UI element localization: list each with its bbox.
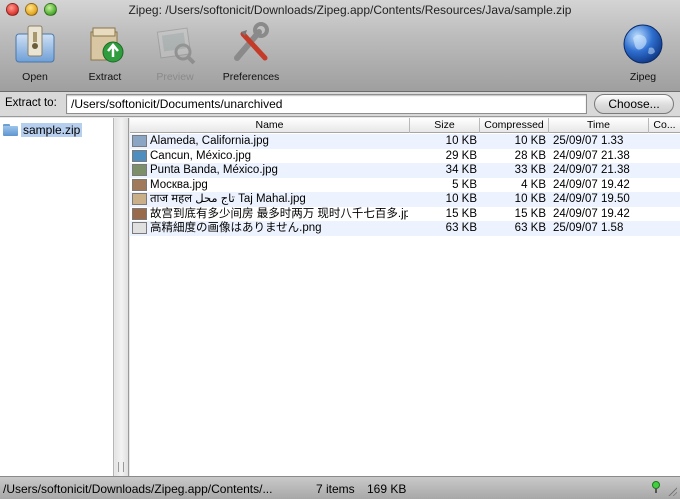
preview-button[interactable]: Preview [140, 22, 210, 83]
cell-name: Cancun, México.jpg [150, 149, 251, 162]
zoom-window-button[interactable] [44, 3, 57, 16]
column-header-size[interactable]: Size [410, 118, 480, 133]
cell-compressed: 33 KB [514, 164, 546, 176]
cell-size: 15 KB [445, 207, 477, 220]
preferences-label: Preferences [222, 71, 280, 83]
cell-size: 10 KB [445, 135, 477, 147]
file-thumbnail-icon [132, 222, 147, 234]
cell-compressed: 10 KB [514, 193, 546, 205]
zipeg-button[interactable]: Zipeg [608, 22, 678, 83]
close-window-button[interactable] [6, 3, 19, 16]
pane-splitter[interactable] [115, 118, 129, 476]
zipeg-label: Zipeg [629, 71, 657, 83]
open-icon [13, 22, 57, 66]
open-label: Open [22, 71, 48, 83]
file-thumbnail-icon [132, 164, 147, 176]
cell-size: 5 KB [452, 178, 477, 191]
file-thumbnail-icon [132, 149, 147, 162]
cell-name: ताज महल تاج محل Taj Mahal.jpg [150, 193, 306, 205]
extract-label: Extract [88, 71, 122, 83]
cell-time: 24/09/07 21.38 [553, 164, 630, 176]
extract-icon [83, 22, 127, 66]
title-toolbar: Zipeg: /Users/softonicit/Downloads/Zipeg… [0, 0, 680, 92]
cell-size: 63 KB [445, 222, 477, 234]
open-button[interactable]: Open [0, 22, 70, 83]
preferences-button[interactable]: Preferences [216, 22, 286, 83]
cell-name: Punta Banda, México.jpg [150, 164, 278, 176]
cell-size: 34 KB [445, 164, 477, 176]
table-row[interactable]: Alameda, California.jpg 10 KB 10 KB 25/09/0… [130, 134, 680, 149]
cell-compressed: 28 KB [514, 149, 546, 162]
table-row[interactable]: Punta Banda, México.jpg 34 KB 33 KB 24/09/0… [130, 163, 680, 178]
extract-to-bar: Extract to: Choose... [0, 92, 680, 117]
cell-name: Москва.jpg [150, 178, 208, 191]
archive-tree[interactable]: sample.zip [0, 118, 114, 476]
tree-item-label: sample.zip [21, 123, 83, 137]
folder-icon [3, 124, 18, 136]
table-row[interactable]: Cancun, México.jpg 29 KB 28 KB 24/09/07 21.… [130, 149, 680, 164]
column-header-compressed[interactable]: Compressed [480, 118, 549, 133]
extract-path-input[interactable] [66, 94, 587, 114]
cell-compressed: 63 KB [514, 222, 546, 234]
column-header-time[interactable]: Time [549, 118, 649, 133]
status-indicator-icon [652, 481, 660, 493]
file-table: Name Size Compressed Time Co... Alameda,… [130, 118, 680, 476]
column-header-comment[interactable]: Co... [649, 118, 680, 133]
table-header: Name Size Compressed Time Co... [130, 118, 680, 133]
status-total-size: 169 KB [367, 482, 407, 496]
cell-time: 24/09/07 19.42 [553, 178, 630, 191]
status-path: /Users/softonicit/Downloads/Zipeg.app/Co… [3, 482, 273, 496]
cell-compressed: 4 KB [521, 178, 546, 191]
extract-to-label: Extract to: [5, 97, 57, 109]
extract-button[interactable]: Extract [70, 22, 140, 83]
file-thumbnail-icon [132, 193, 147, 205]
cell-size: 10 KB [445, 193, 477, 205]
table-row[interactable]: ताज महल تاج محل Taj Mahal.jpg 10 KB 10 KB 2… [130, 192, 680, 207]
preview-icon [153, 22, 197, 66]
table-row[interactable]: 高精細度の画像はありません.png 63 KB 63 KB 25/09/07 1.58 [130, 221, 680, 236]
globe-icon [621, 22, 665, 66]
table-row[interactable]: Москва.jpg 5 KB 4 KB 24/09/07 19.42 [130, 178, 680, 193]
zipeg-window: Zipeg: /Users/softonicit/Downloads/Zipeg… [0, 0, 680, 499]
cell-time: 24/09/07 19.50 [553, 193, 630, 205]
resize-grip-icon[interactable] [667, 486, 677, 496]
cell-size: 29 KB [445, 149, 477, 162]
column-header-name[interactable]: Name [130, 118, 410, 133]
cell-compressed: 15 KB [514, 207, 546, 220]
choose-button[interactable]: Choose... [594, 94, 674, 114]
cell-name: 故宫到底有多少间房 最多时两万 现时八千七百多.jpg [150, 207, 408, 220]
cell-time: 24/09/07 19.42 [553, 207, 630, 220]
preview-label: Preview [156, 71, 194, 83]
cell-name: 高精細度の画像はありません.png [150, 222, 322, 234]
file-thumbnail-icon [132, 207, 147, 220]
cell-compressed: 10 KB [514, 135, 546, 147]
status-bar: /Users/softonicit/Downloads/Zipeg.app/Co… [0, 476, 680, 499]
tree-item-sample-zip[interactable]: sample.zip [3, 123, 83, 137]
status-item-count: 7 items [316, 482, 355, 496]
cell-time: 25/09/07 1.58 [553, 222, 624, 234]
preferences-icon [229, 22, 273, 66]
window-controls [6, 3, 57, 16]
window-title: Zipeg: /Users/softonicit/Downloads/Zipeg… [128, 3, 572, 17]
file-thumbnail-icon [132, 178, 147, 191]
table-row[interactable]: 故宫到底有多少间房 最多时两万 现时八千七百多.jpg 15 KB 15 KB 24/… [130, 207, 680, 222]
cell-name: Alameda, California.jpg [150, 135, 269, 147]
file-thumbnail-icon [132, 135, 147, 147]
cell-time: 25/09/07 1.33 [553, 135, 624, 147]
minimize-window-button[interactable] [25, 3, 38, 16]
cell-time: 24/09/07 21.38 [553, 149, 630, 162]
splitter-grip-icon[interactable] [118, 462, 124, 472]
